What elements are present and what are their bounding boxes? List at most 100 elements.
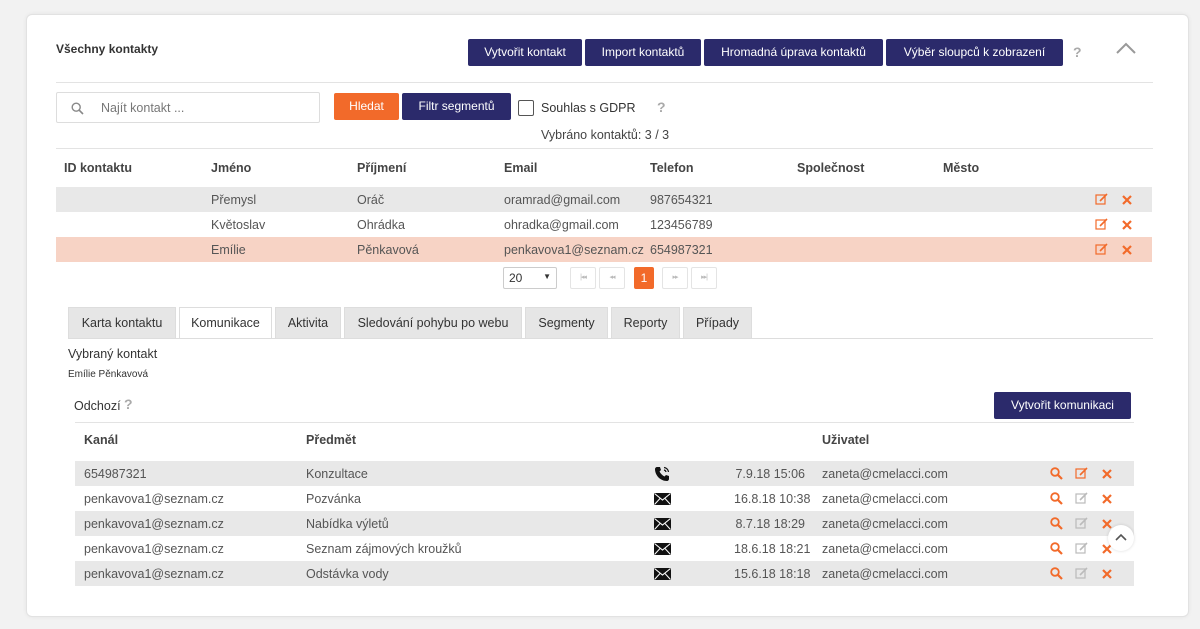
col-last-name[interactable]: Příjmení [357,161,406,175]
phone-icon [655,466,670,481]
subject: Pozvánka [306,492,361,506]
tab-cases[interactable]: Případy [683,307,752,338]
bulk-edit-button[interactable]: Hromadná úprava kontaktů [704,39,883,66]
table-row[interactable]: 654987321 Konzultace 7.9.18 15:06 zaneta… [75,461,1134,486]
view-icon[interactable] [1050,492,1063,505]
tabs-divider [68,338,1153,339]
table-row[interactable]: Květoslav Ohrádka ohradka@gmail.com 1234… [56,212,1152,237]
table-row[interactable]: Přemysl Oráč oramrad@gmail.com 987654321 [56,187,1152,212]
col-company[interactable]: Společnost [797,161,864,175]
search-icon [71,102,84,115]
tab-activity[interactable]: Aktivita [275,307,341,338]
delete-icon[interactable] [1102,519,1112,529]
user: zaneta@cmelacci.com [822,467,948,481]
import-contacts-button[interactable]: Import kontaktů [585,39,701,66]
subject: Nabídka výletů [306,517,389,531]
col-first-name[interactable]: Jméno [211,161,251,175]
view-icon[interactable] [1050,567,1063,580]
user: zaneta@cmelacci.com [822,492,948,506]
contacts-panel: Všechny kontakty Vytvořit kontakt Import… [26,14,1189,617]
selected-contact-label: Vybraný kontakt [68,347,158,361]
gdpr-help-icon[interactable]: ? [657,99,666,115]
tab-communication[interactable]: Komunikace [179,307,272,339]
last-page-button[interactable]: ▸▸| [691,267,717,289]
tab-reports[interactable]: Reporty [611,307,680,338]
next-page-button[interactable]: ▸▸ [662,267,688,289]
create-contact-button[interactable]: Vytvořit kontakt [468,39,582,66]
selected-contact-name: Emílie Pěnkavová [68,369,149,380]
tab-contact-card[interactable]: Karta kontaktu [68,307,176,338]
last-name: Pěnkavová [357,243,419,257]
last-name: Ohrádka [357,218,405,232]
chevron-up-icon [1115,533,1127,541]
delete-icon[interactable] [1102,494,1112,504]
create-communication-button[interactable]: Vytvořit komunikaci [994,392,1131,419]
delete-icon[interactable] [1122,245,1132,255]
envelope-icon [654,568,671,580]
edit-icon[interactable] [1095,193,1108,206]
edit-icon-disabled [1075,567,1088,579]
delete-icon[interactable] [1122,220,1132,230]
envelope-icon [654,518,671,530]
channel: penkavova1@seznam.cz [84,542,224,556]
scroll-to-top-button[interactable] [1108,525,1134,551]
envelope-icon [654,493,671,505]
tab-web-tracking[interactable]: Sledování pohybu po webu [344,307,522,338]
delete-icon[interactable] [1102,469,1112,479]
first-name: Přemysl [211,193,257,207]
search-placeholder: Najít kontakt ... [101,101,185,115]
user: zaneta@cmelacci.com [822,567,948,581]
gdpr-checkbox[interactable] [518,100,534,116]
choose-columns-button[interactable]: Výběr sloupců k zobrazení [886,39,1063,66]
col-user[interactable]: Uživatel [822,433,869,447]
subject: Seznam zájmových kroužků [306,542,462,556]
email: penkavova1@seznam.cz [504,243,644,257]
view-icon[interactable] [1050,467,1063,480]
col-subject[interactable]: Předmět [306,433,356,447]
edit-icon[interactable] [1095,243,1108,256]
page-1-button[interactable]: 1 [634,267,654,289]
edit-icon[interactable] [1075,467,1088,480]
first-name: Emílie [211,243,246,257]
outgoing-label: Odchozí [74,399,121,413]
channel: penkavova1@seznam.cz [84,567,224,581]
table-row[interactable]: penkavova1@seznam.cz Seznam zájmových kr… [75,536,1134,561]
subject: Konzultace [306,467,368,481]
edit-icon-disabled [1075,517,1088,529]
table-row[interactable]: penkavova1@seznam.cz Pozvánka 16.8.18 10… [75,486,1134,511]
segment-filter-button[interactable]: Filtr segmentů [402,93,511,120]
table-row-selected[interactable]: Emílie Pěnkavová penkavova1@seznam.cz 65… [56,237,1152,262]
col-phone[interactable]: Telefon [650,161,694,175]
delete-icon[interactable] [1122,195,1132,205]
search-button[interactable]: Hledat [334,93,399,120]
table-row[interactable]: penkavova1@seznam.cz Odstávka vody 15.6.… [75,561,1134,586]
col-email[interactable]: Email [504,161,537,175]
gdpr-label: Souhlas s GDPR [541,101,636,115]
page-title: Všechny kontakty [56,42,159,56]
help-icon[interactable]: ? [1073,44,1082,60]
view-icon[interactable] [1050,542,1063,555]
prev-page-button[interactable]: ◂◂ [599,267,625,289]
subject: Odstávka vody [306,567,389,581]
table-top-divider [56,148,1153,149]
page-size-select[interactable]: 20 ▼ [503,267,557,289]
edit-icon-disabled [1075,492,1088,504]
phone: 123456789 [650,218,713,232]
first-page-button[interactable]: |◂◂ [570,267,596,289]
col-id[interactable]: ID kontaktu [64,161,132,175]
date: 18.6.18 18:21 [734,542,811,556]
delete-icon[interactable] [1102,569,1112,579]
channel: penkavova1@seznam.cz [84,492,224,506]
edit-icon[interactable] [1095,218,1108,231]
comm-top-divider [75,422,1134,423]
col-city[interactable]: Město [943,161,979,175]
search-input[interactable]: Najít kontakt ... [56,92,320,123]
table-row[interactable]: penkavova1@seznam.cz Nabídka výletů 8.7.… [75,511,1134,536]
page-size-value: 20 [509,271,523,285]
chevron-up-icon[interactable] [1115,41,1137,58]
view-icon[interactable] [1050,517,1063,530]
email: ohradka@gmail.com [504,218,619,232]
tab-segments[interactable]: Segmenty [525,307,608,338]
col-channel[interactable]: Kanál [84,433,118,447]
outgoing-help-icon[interactable]: ? [124,396,133,412]
